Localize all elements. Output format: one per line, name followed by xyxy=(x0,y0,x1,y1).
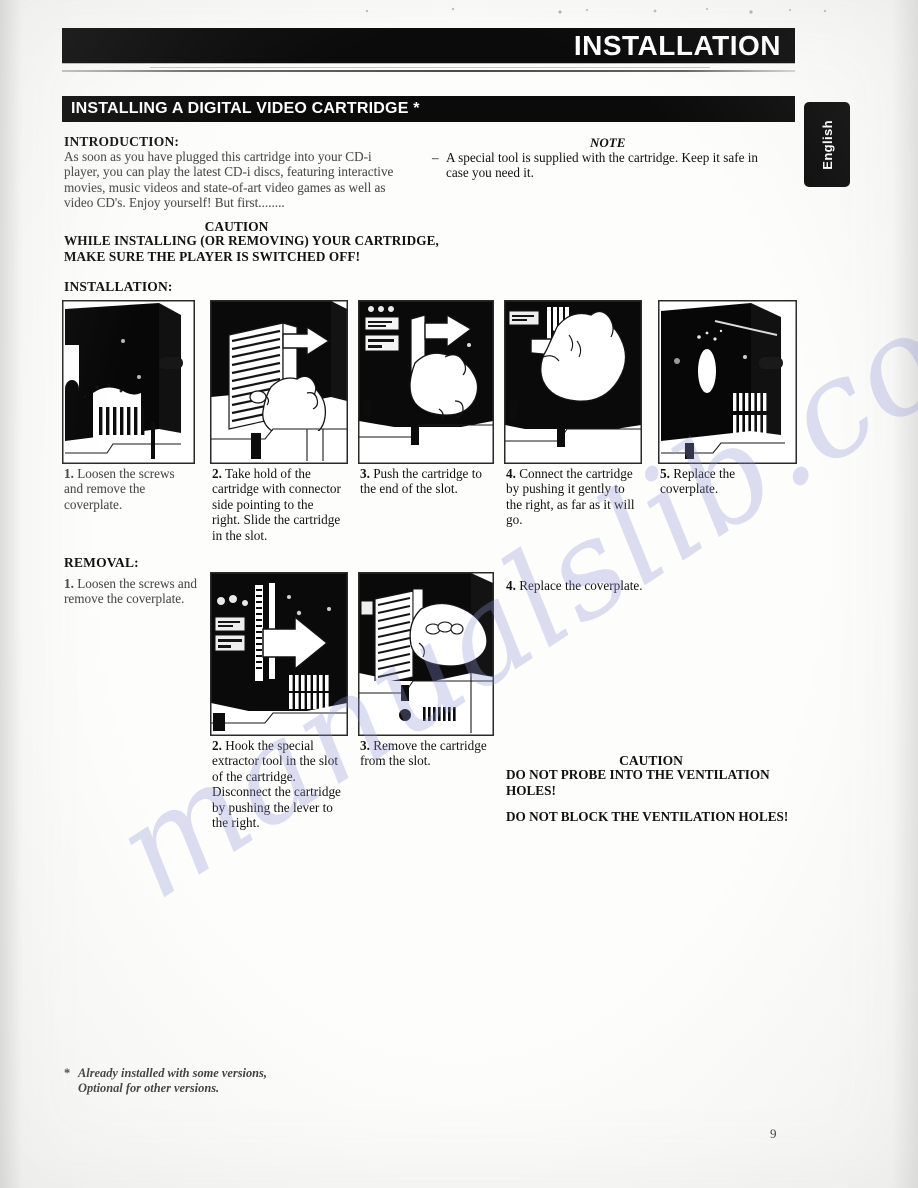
caption-number: 3. xyxy=(360,738,370,753)
caption-text: Hook the special extractor tool in the s… xyxy=(212,738,341,831)
figure-install-step-2 xyxy=(210,300,348,464)
caption-number: 1. xyxy=(64,466,74,481)
caption-number: 4. xyxy=(506,578,516,593)
scanned-manual-page: manualslib.com INSTALLATION INSTALLING A… xyxy=(0,0,918,1188)
caution-bottom-line-1: DO NOT PROBE INTO THE VENTILATION HOLES! xyxy=(506,767,770,798)
page-number: 9 xyxy=(770,1126,777,1141)
figure-install-step-3 xyxy=(358,300,494,464)
caption-install-step-3: 3. Push the cartridge to the end of the … xyxy=(360,466,494,497)
footnote-line-2: Optional for other versions. xyxy=(78,1081,220,1095)
caption-number: 2. xyxy=(212,466,222,481)
installation-heading: INSTALLATION: xyxy=(64,279,173,294)
caption-removal-step-4: 4. Replace the coverplate. xyxy=(506,578,766,593)
caption-install-step-2: 2. Take hold of the cartridge with conne… xyxy=(212,466,344,543)
footnote-marker: * xyxy=(64,1066,71,1080)
caption-number: 2. xyxy=(212,738,222,753)
note-text: A special tool is supplied with the cart… xyxy=(446,150,759,181)
scan-edge-shadow-left xyxy=(0,0,22,1188)
scan-noise-specks xyxy=(355,6,855,18)
figure-removal-step-3 xyxy=(358,572,494,736)
note-body: – A special tool is supplied with the ca… xyxy=(432,150,780,181)
figure-removal-step-2 xyxy=(210,572,348,736)
note-dash: – xyxy=(432,150,439,165)
caution-top-body: WHILE INSTALLING (OR REMOVING) YOUR CART… xyxy=(64,233,439,264)
section-subtitle: INSTALLING A DIGITAL VIDEO CARTRIDGE * xyxy=(71,100,420,117)
caption-number: 4. xyxy=(506,466,516,481)
caption-text: Connect the cartridge by pushing it gent… xyxy=(506,466,635,528)
caption-number: 1. xyxy=(64,576,74,591)
caption-text: Take hold of the cartridge with connecto… xyxy=(212,466,341,543)
caption-install-step-4: 4. Connect the cartridge by pushing it g… xyxy=(506,466,638,528)
caption-text: Replace the coverplate. xyxy=(519,578,643,593)
figure-install-step-4 xyxy=(504,300,642,464)
introduction-body: As soon as you have plugged this cartrid… xyxy=(64,149,394,211)
language-tab-label: English xyxy=(819,119,835,170)
caption-number: 3. xyxy=(360,466,370,481)
caption-number: 5. xyxy=(660,466,670,481)
introduction-heading: INTRODUCTION: xyxy=(64,134,180,149)
caption-install-step-5: 5. Replace the coverplate. xyxy=(660,466,792,497)
caption-removal-step-1: 1. Loosen the screws and remove the cove… xyxy=(64,576,200,607)
note-heading: NOTE xyxy=(590,135,626,150)
caption-install-step-1: 1. Loosen the screws and remove the cove… xyxy=(64,466,194,512)
footnote-line-1: Already installed with some versions, xyxy=(78,1066,267,1080)
caption-removal-step-3: 3. Remove the cartridge from the slot. xyxy=(360,738,496,769)
caption-text: Remove the cartridge from the slot. xyxy=(360,738,487,769)
caption-text: Push the cartridge to the end of the slo… xyxy=(360,466,482,497)
page-title: INSTALLATION xyxy=(573,29,781,61)
removal-heading: REMOVAL: xyxy=(64,555,139,570)
language-tab: English xyxy=(804,102,850,187)
header-rule xyxy=(62,70,795,72)
footnote: * Already installed with some versions, … xyxy=(64,1066,394,1096)
figure-install-step-5 xyxy=(658,300,797,464)
figure-install-step-1 xyxy=(62,300,195,464)
caption-text: Replace the coverplate. xyxy=(660,466,736,497)
caution-bottom-line-2: DO NOT BLOCK THE VENTILATION HOLES! xyxy=(506,809,789,824)
section-subtitle-bar: INSTALLING A DIGITAL VIDEO CARTRIDGE * xyxy=(62,96,795,122)
scan-edge-shadow-right xyxy=(892,0,918,1188)
caption-removal-step-2: 2. Hook the special extractor tool in th… xyxy=(212,738,346,830)
caption-text: Loosen the screws and remove the coverpl… xyxy=(64,576,197,607)
caption-text: Loosen the screws and remove the coverpl… xyxy=(64,466,175,512)
page-header-bar: INSTALLATION xyxy=(62,28,795,63)
header-rule-secondary xyxy=(150,67,710,68)
